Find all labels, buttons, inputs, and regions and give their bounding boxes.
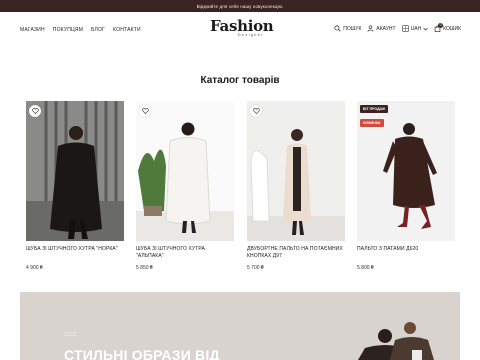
product-card[interactable]: ШУБА ЗІ ШТУЧНОГО ХУТРА "НОРКА" 4 900 ₴: [26, 101, 124, 271]
nav-item-blog[interactable]: БЛОГ: [91, 27, 105, 33]
product-title[interactable]: ДВУБОРТНЕ ПАЛЬТО НА ПОТАЄМНИХ КНОПКАХ Д9…: [247, 246, 345, 260]
product-image[interactable]: ВІТ ПРОДАЖ НОВИНКА: [357, 101, 455, 241]
logo-wordmark: Fashion: [210, 17, 274, 35]
nav-item-contacts[interactable]: КОНТАКТИ: [113, 27, 141, 33]
product-title[interactable]: ПАЛЬТО З ПАТАМИ Д620: [357, 246, 455, 260]
promo-banner[interactable]: 2023 СТИЛЬНІ ОБРАЗИ ВІД: [20, 292, 460, 360]
currency-selector[interactable]: UAH: [402, 25, 429, 32]
search-icon: [334, 25, 341, 32]
user-icon: [367, 25, 374, 32]
announcement-bar: Відкрийте для себе нашу новуколекцію.: [0, 0, 480, 12]
product-price: 5 800 ₴: [357, 265, 374, 271]
account-label: АКАУНТ: [376, 25, 396, 32]
utility-nav: ПОШУК АКАУНТ UAH 0 КОШИК: [334, 23, 461, 32]
product-price: 4 900 ₴: [26, 265, 43, 271]
cart-button[interactable]: 0 КОШИК: [434, 23, 461, 32]
product-price: 5 850 ₴: [136, 265, 153, 271]
product-title[interactable]: ШУБА ЗІ ШТУЧНОГО ХУТРА "НОРКА": [26, 246, 124, 260]
heart-icon: [141, 108, 149, 114]
product-grid: ШУБА ЗІ ШТУЧНОГО ХУТРА "НОРКА" 4 900 ₴ Ш…: [26, 101, 456, 271]
currency-label: UAH: [410, 25, 422, 32]
product-image[interactable]: [247, 101, 345, 241]
nav-item-shop[interactable]: МАГАЗИН: [20, 27, 45, 33]
heart-icon: [252, 108, 260, 114]
cart-icon-wrap: 0: [434, 23, 444, 32]
product-card[interactable]: ДВУБОРТНЕ ПАЛЬТО НА ПОТАЄМНИХ КНОПКАХ Д9…: [247, 101, 345, 271]
banner-year: 2023: [64, 332, 77, 338]
product-price: 5 700 ₴: [247, 265, 264, 271]
currency-icon: [402, 25, 409, 32]
site-header: МАГАЗИН ПОКУПЦЯМ БЛОГ КОНТАКТИ Fashion D…: [0, 12, 480, 50]
heart-icon: [31, 108, 39, 114]
main-nav: МАГАЗИН ПОКУПЦЯМ БЛОГ КОНТАКТИ: [20, 27, 141, 33]
catalog-title: Каталог товарів: [200, 75, 280, 86]
product-photo-mink-coat: [26, 101, 124, 241]
product-photo-alpaca-coat: [136, 101, 234, 241]
cart-label: КОШИК: [443, 25, 461, 32]
new-badge: НОВИНКА: [360, 119, 384, 127]
search-button[interactable]: ПОШУК: [334, 25, 361, 32]
account-button[interactable]: АКАУНТ: [367, 25, 396, 32]
search-label: ПОШУК: [343, 25, 362, 32]
sale-badge: ВІТ ПРОДАЖ: [360, 105, 389, 113]
product-image[interactable]: [26, 101, 124, 241]
banner-headline: СТИЛЬНІ ОБРАЗИ ВІД: [64, 347, 220, 360]
wishlist-button[interactable]: [250, 105, 262, 117]
product-title[interactable]: ШУБА ЗІ ШТУЧНОГО ХУТРА "АЛЬПАКА": [136, 246, 234, 260]
product-card[interactable]: ШУБА ЗІ ШТУЧНОГО ХУТРА "АЛЬПАКА" 5 850 ₴: [136, 101, 234, 271]
nav-item-customers[interactable]: ПОКУПЦЯМ: [53, 27, 83, 33]
chevron-down-icon: [423, 27, 428, 30]
product-image[interactable]: [136, 101, 234, 241]
wishlist-button[interactable]: [29, 105, 41, 117]
site-logo[interactable]: Fashion Designer: [210, 17, 274, 38]
product-photo-double-breasted-coat: [247, 101, 345, 241]
product-card[interactable]: ВІТ ПРОДАЖ НОВИНКА ПАЛЬТО З ПАТАМИ Д620 …: [357, 101, 455, 271]
announcement-text: Відкрийте для себе нашу новуколекцію.: [196, 3, 284, 9]
wishlist-button[interactable]: [139, 105, 151, 117]
